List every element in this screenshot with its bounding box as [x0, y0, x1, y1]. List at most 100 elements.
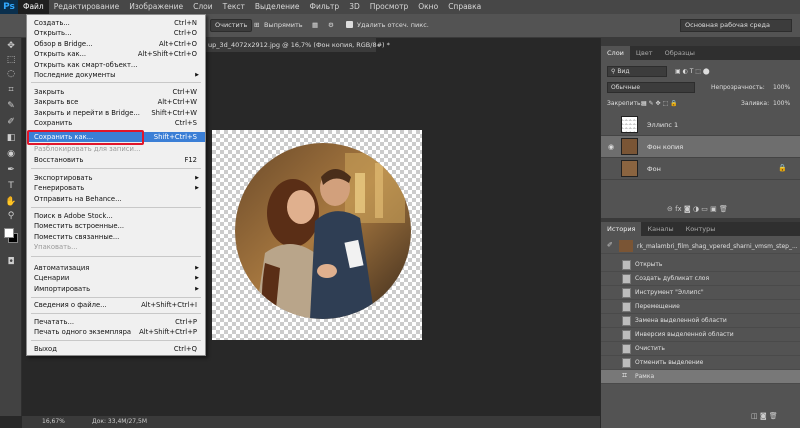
document-size-info: Док: 33,4М/27,5М	[92, 418, 148, 425]
menu-help[interactable]: Справка	[443, 0, 486, 14]
clear-button[interactable]: Очистить	[210, 19, 253, 32]
history-step-current[interactable]: ⌗ Рамка	[601, 370, 800, 384]
blend-mode-select[interactable]: Обычные	[607, 82, 695, 93]
menu-window[interactable]: Окно	[413, 0, 443, 14]
submenu-arrow-icon: ▶	[195, 72, 199, 78]
menu-item-new[interactable]: Создать... Ctrl+N	[27, 18, 205, 28]
tab-color[interactable]: Цвет	[630, 46, 659, 60]
menu-type[interactable]: Текст	[218, 0, 250, 14]
couple-photo-image	[235, 143, 411, 319]
menu-item-automate[interactable]: Автоматизация ▶	[27, 263, 205, 273]
lasso-tool-icon[interactable]: ◌	[4, 68, 18, 81]
gear-icon[interactable]: ⚙	[328, 21, 334, 29]
menu-view[interactable]: Просмотр	[365, 0, 414, 14]
history-step[interactable]: Замена выделенной области	[601, 314, 800, 328]
menu-select[interactable]: Выделение	[250, 0, 305, 14]
zoom-level[interactable]: 16,67%	[42, 416, 65, 428]
menu-item-import[interactable]: Импортировать ▶	[27, 284, 205, 294]
document-tab[interactable]: up_3d_4072x2912.jpg @ 16,7% (Фон копия, …	[206, 38, 390, 52]
history-step[interactable]: Открыть	[601, 258, 800, 272]
menu-layers[interactable]: Слои	[188, 0, 218, 14]
menu-item-place-linked[interactable]: Поместить связанные...	[27, 232, 205, 242]
lock-label: Закрепить:	[607, 100, 643, 107]
brush-tool-icon[interactable]: ✐	[4, 116, 18, 129]
menu-item-open-as[interactable]: Открыть как... Alt+Shift+Ctrl+O	[27, 49, 205, 59]
tools-panel: ✥ ⬚ ◌ ⌗ ✎ ✐ ◧ ◉ ✒ T ✋ ⚲ ◘	[0, 38, 22, 416]
lock-icons[interactable]: ▦ ✎ ✥ ⬚ 🔒	[641, 100, 678, 107]
eyedropper-tool-icon[interactable]: ✎	[4, 100, 18, 113]
menu-item-print[interactable]: Печатать... Ctrl+P	[27, 317, 205, 327]
fill-value[interactable]: 100%	[773, 100, 790, 107]
menu-item-recent-documents[interactable]: Последние документы ▶	[27, 70, 205, 80]
layer-actions-icons[interactable]: ⊝ fx ◙ ◑ ▭ ▣ 🗑	[667, 205, 728, 213]
history-step[interactable]: Создать дубликат слоя	[601, 272, 800, 286]
submenu-arrow-icon: ▶	[195, 175, 199, 181]
foreground-color-swatch[interactable]	[4, 228, 14, 238]
layer-row-background[interactable]: Фон 🔒	[601, 158, 800, 180]
menu-item-generate[interactable]: Генерировать ▶	[27, 183, 205, 193]
menu-item-search-adobe-stock[interactable]: Поиск в Adobe Stock...	[27, 211, 205, 221]
history-step[interactable]: Инверсия выделенной области	[601, 328, 800, 342]
layer-row-ellipse[interactable]: Эллипс 1	[601, 114, 800, 136]
menu-item-browse-bridge[interactable]: Обзор в Bridge... Alt+Ctrl+O	[27, 39, 205, 49]
menu-item-close[interactable]: Закрыть Ctrl+W	[27, 87, 205, 97]
tab-history[interactable]: История	[601, 222, 642, 236]
menu-bar: Ps Файл Редактирование Изображение Слои …	[0, 0, 800, 14]
menu-edit[interactable]: Редактирование	[49, 0, 124, 14]
menu-item-open-smart-object[interactable]: Открыть как смарт-объект...	[27, 60, 205, 70]
history-actions-icons[interactable]: ◫ ◙ 🗑	[751, 412, 778, 420]
history-step[interactable]: Инструмент "Эллипс"	[601, 286, 800, 300]
straighten-label[interactable]: Выпрямить	[264, 21, 303, 29]
submenu-arrow-icon: ▶	[195, 275, 199, 282]
eraser-tool-icon[interactable]: ◧	[4, 132, 18, 145]
grid-overlay-icon[interactable]: ▦	[312, 21, 318, 29]
file-menu-dropdown: Создать... Ctrl+N Открыть... Ctrl+O Обзор …	[26, 14, 206, 356]
filter-icons[interactable]: ▣ ◐ T ⬚ ⬤	[675, 68, 710, 75]
quick-mask-icon[interactable]: ◘	[4, 256, 18, 269]
opacity-value[interactable]: 100%	[773, 84, 790, 91]
menu-item-close-go-bridge[interactable]: Закрыть и перейти в Bridge... Shift+Ctrl+…	[27, 108, 205, 118]
menu-separator	[31, 297, 201, 298]
tab-layers[interactable]: Слои	[601, 46, 630, 60]
pen-tool-icon[interactable]: ✒	[4, 164, 18, 177]
tab-swatches[interactable]: Образцы	[659, 46, 701, 60]
menu-item-close-all[interactable]: Закрыть все Alt+Ctrl+W	[27, 97, 205, 107]
menu-item-share-behance[interactable]: Отправить на Behance...	[27, 194, 205, 204]
layer-name: Фон	[647, 165, 661, 173]
move-tool-icon[interactable]: ✥	[4, 40, 18, 53]
menu-item-exit[interactable]: Выход Ctrl+Q	[27, 344, 205, 354]
history-step[interactable]: Перемещение	[601, 300, 800, 314]
history-step[interactable]: Очистить	[601, 342, 800, 356]
menu-3d[interactable]: 3D	[344, 0, 365, 14]
hand-tool-icon[interactable]: ✋	[4, 196, 18, 209]
circular-photo	[235, 143, 411, 319]
document-icon	[622, 288, 631, 298]
tab-paths[interactable]: Контуры	[680, 222, 722, 236]
zoom-tool-icon[interactable]: ⚲	[4, 210, 18, 223]
menu-item-place-embedded[interactable]: Поместить встроенные...	[27, 221, 205, 231]
crop-tool-icon[interactable]: ⌗	[4, 84, 18, 97]
history-step[interactable]: Отменить выделение	[601, 356, 800, 370]
straighten-icon[interactable]: ⊞	[254, 21, 259, 29]
menu-item-print-one-copy[interactable]: Печать одного экземпляра Alt+Shift+Ctrl+P	[27, 327, 205, 337]
menu-item-export[interactable]: Экспортировать ▶	[27, 173, 205, 183]
menu-filter[interactable]: Фильтр	[305, 0, 345, 14]
tab-channels[interactable]: Каналы	[641, 222, 679, 236]
document-icon	[622, 358, 631, 368]
menu-item-revert[interactable]: Восстановить F12	[27, 155, 205, 165]
workspace-select[interactable]: Основная рабочая среда	[680, 19, 792, 32]
menu-file[interactable]: Файл	[18, 0, 49, 14]
menu-item-file-info[interactable]: Сведения о файле... Alt+Shift+Ctrl+I	[27, 300, 205, 310]
menu-item-scripts[interactable]: Сценарии ▶	[27, 273, 205, 283]
marquee-tool-icon[interactable]: ⬚	[4, 54, 18, 67]
type-tool-icon[interactable]: T	[4, 180, 18, 193]
eye-icon[interactable]: ◉	[608, 143, 614, 151]
menu-image[interactable]: Изображение	[124, 0, 188, 14]
layer-row-background-copy[interactable]: ◉ Фон копия	[601, 136, 800, 158]
layer-filter-kind[interactable]: ⚲ Вид	[607, 66, 667, 77]
menu-item-open[interactable]: Открыть... Ctrl+O	[27, 28, 205, 38]
menu-item-save[interactable]: Сохранить Ctrl+S	[27, 118, 205, 128]
history-snapshot[interactable]: ✐ rk_malambri_film_shag_vpered_sharni_vm…	[601, 238, 800, 254]
blur-tool-icon[interactable]: ◉	[4, 148, 18, 161]
delete-pixels-checkbox[interactable]	[346, 21, 353, 28]
